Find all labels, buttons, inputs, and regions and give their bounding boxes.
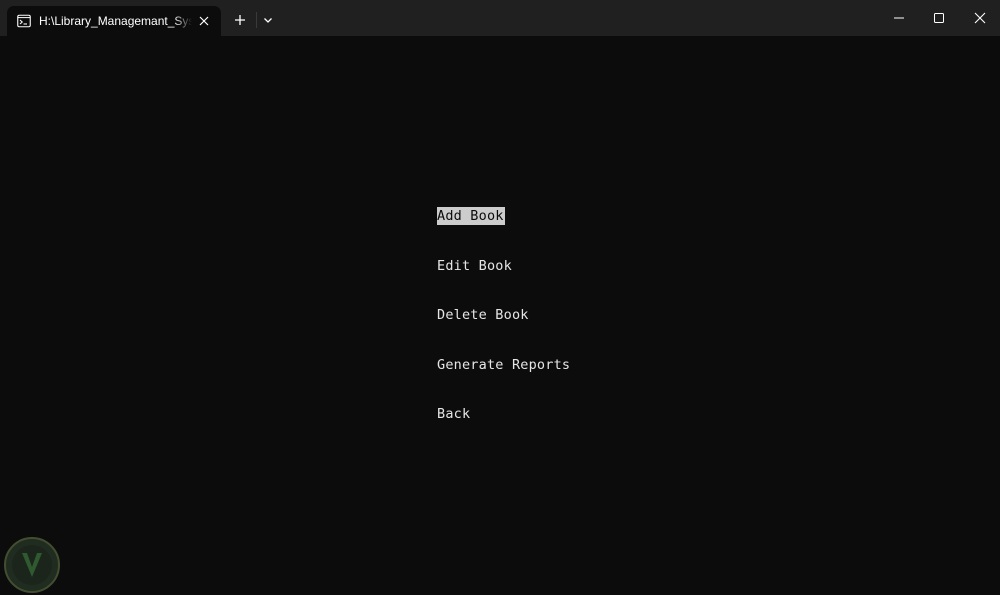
close-tab-icon[interactable] — [195, 12, 213, 30]
title-bar[interactable]: H:\Library_Managemant_System — [0, 0, 1000, 36]
menu-item-delete-book[interactable]: Delete Book — [437, 306, 529, 324]
tab-title: H:\Library_Managemant_System — [39, 14, 192, 28]
maximize-icon — [934, 13, 944, 23]
menu-item-add-book[interactable]: Add Book — [437, 207, 505, 225]
plus-icon[interactable] — [229, 9, 251, 31]
tab-divider — [256, 12, 257, 28]
close-window-button[interactable] — [957, 0, 1000, 36]
terminal-icon — [17, 14, 31, 28]
menu-item-generate-reports[interactable]: Generate Reports — [437, 356, 570, 374]
watermark-logo-icon — [4, 537, 60, 593]
minimize-icon — [894, 17, 904, 19]
terminal-tab[interactable]: H:\Library_Managemant_System — [7, 6, 221, 36]
maximize-button[interactable] — [916, 0, 962, 36]
menu-item-back[interactable]: Back — [437, 405, 470, 423]
close-icon — [974, 12, 986, 24]
chevron-down-icon[interactable] — [259, 11, 277, 29]
terminal-window: H:\Library_Managemant_System — [0, 0, 1000, 595]
menu-item-edit-book[interactable]: Edit Book — [437, 257, 512, 275]
